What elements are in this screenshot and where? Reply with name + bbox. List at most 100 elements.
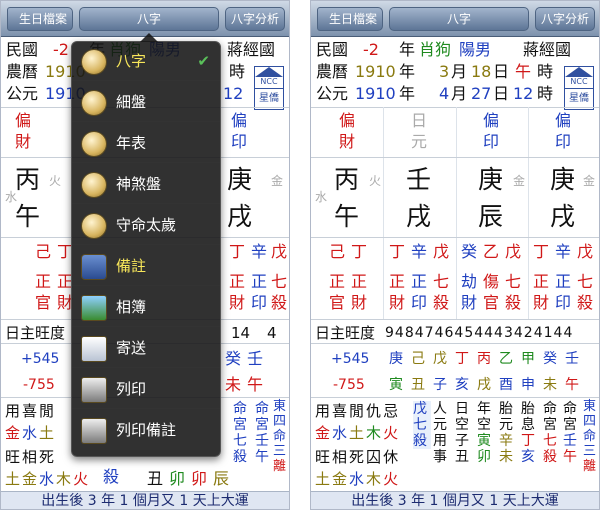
hidden-god: 印 bbox=[555, 293, 572, 312]
bottom-cell: 命宮壬午 bbox=[255, 401, 269, 465]
bottom-cell: 日空子丑 bbox=[455, 401, 469, 465]
extra-cell: 辰 bbox=[213, 469, 230, 488]
zodiac: 肖狗 bbox=[419, 40, 452, 59]
season-elements: 土金水木火 bbox=[315, 470, 401, 488]
extra-cell: 殺 bbox=[103, 467, 120, 486]
luck-stem: 乙 bbox=[499, 351, 513, 367]
bottom-cell: 命宮七殺 bbox=[233, 401, 247, 465]
luck-stem: 庚 bbox=[389, 351, 403, 367]
ten-god-bottom: 財 bbox=[15, 132, 32, 151]
lunar-day: 18 bbox=[471, 62, 492, 81]
envelope-icon bbox=[82, 337, 106, 361]
ad-label: 公元 bbox=[6, 84, 39, 103]
ten-god-top: 偏 bbox=[231, 111, 248, 130]
menu-item-album[interactable]: 相簿 bbox=[72, 288, 220, 327]
day-label: 日 bbox=[493, 62, 510, 81]
luck-stem: 壬 bbox=[565, 351, 579, 367]
hidden-god: 殺 bbox=[505, 293, 522, 312]
element-hint: 水 bbox=[315, 190, 328, 204]
luck-plus: +545 bbox=[21, 351, 60, 367]
menu-item-send[interactable]: 寄送 bbox=[72, 329, 220, 368]
menu-item-taisui[interactable]: 守命太歲 bbox=[72, 206, 220, 245]
luck-stem: 己 bbox=[411, 351, 425, 367]
season-labels: 旺相死囚休 bbox=[315, 448, 401, 466]
hidden-stem: 戊 bbox=[505, 242, 522, 261]
person-name: 蔣經國 bbox=[227, 40, 276, 59]
ad-day: 27 bbox=[471, 84, 492, 103]
hidden-stem: 辛 bbox=[251, 242, 268, 261]
ad-hour: 12 bbox=[513, 84, 534, 103]
bazi-chart: 民國 -2 年 肖狗 陽男 蔣經國 農曆 1910 年 3 月 18 日 午 時… bbox=[311, 37, 599, 509]
title-menu-button[interactable]: 八字 bbox=[79, 7, 219, 31]
menu-item-print[interactable]: 列印 bbox=[72, 370, 220, 409]
hidden-god: 正 bbox=[251, 272, 268, 291]
roc-label: 民國 bbox=[316, 40, 349, 59]
hidden-god: 劫 bbox=[461, 272, 478, 291]
photo-icon bbox=[82, 296, 106, 320]
navigation-bar: 生日檔案 八字 八字分析 bbox=[1, 1, 289, 37]
day-stem: 壬 bbox=[406, 165, 432, 194]
menu-item-print-notes[interactable]: 列印備註 bbox=[72, 411, 220, 450]
menu-item-bazi[interactable]: 八字 ✔ bbox=[72, 42, 220, 81]
ten-god-bottom: 印 bbox=[555, 132, 572, 151]
hidden-stem: 丁 bbox=[533, 242, 550, 261]
element-hint: 金 bbox=[513, 174, 526, 188]
menu-item-yearly[interactable]: 年表 bbox=[72, 124, 220, 163]
footer-luck-start: 出生後 3 年 1 個月又 1 天上大運 bbox=[311, 491, 599, 509]
roc-label: 民國 bbox=[6, 40, 39, 59]
hour-branch: 午 bbox=[15, 202, 41, 231]
hidden-god: 財 bbox=[533, 293, 550, 312]
hidden-stem: 丁 bbox=[351, 242, 368, 261]
luck-branch: 丑 bbox=[411, 377, 425, 393]
lunar-label: 農曆 bbox=[316, 62, 349, 81]
analysis-button[interactable]: 八字分析 bbox=[535, 7, 595, 31]
ad-year: 1910 bbox=[355, 84, 396, 103]
hidden-god: 正 bbox=[533, 272, 550, 291]
hidden-stem: 丁 bbox=[389, 242, 406, 261]
year-label: 年 bbox=[399, 40, 416, 59]
luck-branch: 寅 bbox=[389, 377, 403, 393]
use-gods-elements: 金水土 bbox=[5, 424, 57, 442]
ten-god-bottom: 財 bbox=[339, 132, 356, 151]
menu-item-notes[interactable]: 備註 bbox=[72, 247, 220, 286]
luck-stem: 壬 bbox=[247, 349, 264, 368]
hidden-stem: 戊 bbox=[271, 242, 288, 261]
ncc-seal-icon: NCC 星僑 bbox=[564, 66, 594, 110]
hidden-god: 正 bbox=[351, 272, 368, 291]
ten-god-bottom: 印 bbox=[231, 132, 248, 151]
title-menu-button[interactable]: 八字 bbox=[389, 7, 529, 31]
menu-item-detail[interactable]: 細盤 bbox=[72, 83, 220, 122]
element-hint: 金 bbox=[583, 174, 596, 188]
roc-year: -2 bbox=[53, 40, 69, 59]
hidden-god: 殺 bbox=[433, 293, 450, 312]
ten-god-top: 偏 bbox=[483, 111, 500, 130]
bazi-coin-icon bbox=[82, 173, 106, 197]
analysis-button[interactable]: 八字分析 bbox=[225, 7, 285, 31]
hour-label: 時 bbox=[537, 62, 554, 81]
ten-god-bottom: 元 bbox=[411, 132, 428, 151]
person-name: 蔣經國 bbox=[523, 40, 572, 59]
hour-branch: 午 bbox=[334, 202, 360, 231]
hidden-stem: 己 bbox=[35, 242, 52, 261]
hidden-stem: 己 bbox=[329, 242, 346, 261]
hidden-god: 官 bbox=[35, 293, 52, 312]
hidden-stem: 戊 bbox=[577, 242, 594, 261]
extra-cell: 卯 bbox=[169, 469, 186, 488]
strength-value: 14 bbox=[231, 324, 251, 342]
element-hint: 水 bbox=[5, 190, 18, 204]
element-hint: 金 bbox=[271, 174, 284, 188]
back-button[interactable]: 生日檔案 bbox=[317, 7, 383, 31]
lunar-hour: 午 bbox=[515, 62, 532, 81]
bazi-coin-icon bbox=[82, 132, 106, 156]
checkmark-icon: ✔ bbox=[197, 52, 210, 70]
back-button[interactable]: 生日檔案 bbox=[7, 7, 73, 31]
hidden-stem: 戊 bbox=[433, 242, 450, 261]
right-phone-screen: 生日檔案 八字 八字分析 民國 -2 年 肖狗 陽男 蔣經國 農曆 1910 年… bbox=[310, 0, 600, 510]
hidden-stem: 辛 bbox=[555, 242, 572, 261]
printer-icon bbox=[82, 419, 106, 443]
hidden-god: 官 bbox=[483, 293, 500, 312]
bazi-coin-icon bbox=[82, 214, 106, 238]
month-label: 月 bbox=[451, 84, 468, 103]
bottom-cell: 人元用事 bbox=[433, 401, 447, 465]
menu-item-stars[interactable]: 神煞盤 bbox=[72, 165, 220, 204]
